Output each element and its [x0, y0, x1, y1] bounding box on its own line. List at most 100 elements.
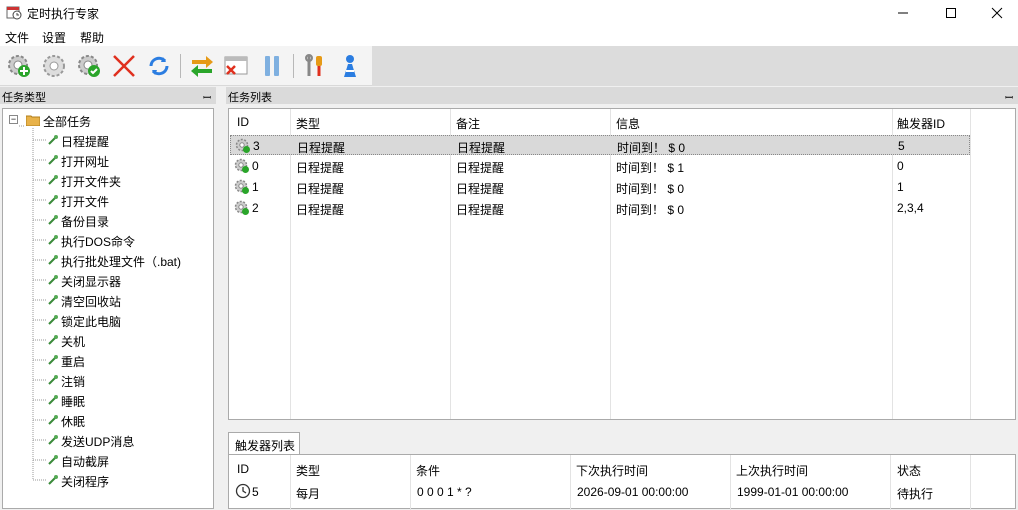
cell-id: 2 [252, 201, 259, 215]
tree-item[interactable]: 清空回收站 [61, 293, 121, 310]
tree-item[interactable]: 重启 [61, 353, 85, 370]
task-type-icon [48, 415, 58, 425]
pin-icon[interactable]: ꟷ [203, 90, 211, 104]
column-header-note[interactable]: 备注 [456, 115, 480, 132]
cell-trigger-ids: 1 [897, 180, 904, 194]
task-type-icon [48, 135, 58, 145]
trigger-column-header-condition[interactable]: 条件 [416, 462, 440, 479]
tree-item[interactable]: 关闭程序 [61, 473, 109, 490]
trigger-cell-condition: 0 0 0 1 * ? [417, 485, 472, 499]
toolbar [0, 46, 372, 86]
tree-item[interactable]: 关机 [61, 333, 85, 350]
task-list-table: ID 类型 备注 信息 触发器ID 3 日程提醒 日程提醒 时间到！ $ 0 5 0 日程提… [228, 108, 1016, 420]
minimize-button[interactable] [880, 0, 926, 26]
settings-button[interactable] [40, 52, 68, 80]
toolbar-strip [372, 46, 1018, 86]
trigger-column-header-next-run[interactable]: 下次执行时间 [576, 462, 648, 479]
task-gear-icon [234, 158, 249, 173]
tree-item[interactable]: 打开文件夹 [61, 173, 121, 190]
table-row[interactable]: 3 日程提醒 日程提醒 时间到！ $ 0 5 [230, 135, 970, 155]
trigger-cell-id: 5 [252, 485, 259, 499]
delete-button[interactable] [110, 52, 138, 80]
tree-item[interactable]: 发送UDP消息 [61, 433, 134, 450]
task-type-tree: − 全部任务 日程提醒打开网址打开文件夹打开文件备份目录执行DOS命令执行批处理… [2, 108, 214, 509]
cell-info: 时间到！ $ 0 [616, 182, 685, 196]
cell-note: 日程提醒 [456, 182, 505, 196]
tree-item[interactable]: 睡眠 [61, 393, 85, 410]
column-header-info[interactable]: 信息 [616, 115, 640, 132]
cell-trigger-ids: 5 [898, 139, 905, 153]
collapse-toggle-icon[interactable]: − [9, 115, 18, 124]
tree-item[interactable]: 执行批处理文件（.bat) [61, 253, 181, 270]
trigger-column-header-type[interactable]: 类型 [296, 462, 320, 479]
trigger-column-header-last-run[interactable]: 上次执行时间 [736, 462, 808, 479]
task-type-icon [48, 315, 58, 325]
cell-id: 3 [253, 139, 260, 153]
user-button[interactable] [336, 52, 364, 80]
tree-item[interactable]: 注销 [61, 373, 85, 390]
menu-help[interactable]: 帮助 [80, 29, 104, 46]
tree-item[interactable]: 执行DOS命令 [61, 233, 135, 250]
cell-type: 日程提醒 [296, 182, 345, 196]
maximize-button[interactable] [928, 0, 974, 26]
pause-button[interactable] [258, 52, 286, 80]
tree-item[interactable]: 打开文件 [61, 193, 109, 210]
add-task-button[interactable] [5, 52, 33, 80]
tree-item[interactable]: 打开网址 [61, 153, 109, 170]
window-title: 定时执行专家 [27, 7, 100, 21]
calendar-clock-icon [6, 6, 22, 20]
task-type-icon [48, 395, 58, 405]
trigger-cell-next-run: 2026-09-01 00:00:00 [577, 485, 689, 499]
column-header-type[interactable]: 类型 [296, 115, 320, 132]
task-type-icon [48, 235, 58, 245]
cell-info: 时间到！ $ 0 [616, 203, 685, 217]
tree-item[interactable]: 关闭显示器 [61, 273, 121, 290]
tree-item[interactable]: 休眠 [61, 413, 85, 430]
table-row[interactable]: 2 日程提醒 日程提醒 时间到！ $ 0 2,3,4 [230, 198, 970, 218]
trigger-column-header-status[interactable]: 状态 [897, 462, 921, 479]
trigger-column-header-id[interactable]: ID [237, 462, 249, 476]
task-gear-icon [234, 179, 249, 194]
settings-gear-icon [43, 55, 65, 77]
column-header-id[interactable]: ID [237, 115, 249, 129]
enable-task-button[interactable] [75, 52, 103, 80]
tools-button[interactable] [300, 52, 328, 80]
cell-trigger-ids: 0 [897, 159, 904, 173]
tools-icon [305, 54, 322, 76]
task-gear-icon [234, 200, 249, 215]
clock-icon [235, 483, 251, 499]
tab-trigger-list-label: 触发器列表 [235, 439, 296, 453]
menu-settings[interactable]: 设置 [42, 29, 66, 46]
switch-button[interactable] [188, 52, 216, 80]
pin-icon[interactable]: ꟷ [1005, 90, 1013, 104]
cell-type: 日程提醒 [296, 203, 345, 217]
folder-icon [26, 115, 40, 126]
remove-window-button[interactable] [222, 52, 250, 80]
task-type-icon [48, 155, 58, 165]
task-type-icon [48, 355, 58, 365]
close-button[interactable] [974, 0, 1018, 26]
tree-item[interactable]: 锁定此电脑 [61, 313, 121, 330]
menu-file[interactable]: 文件 [5, 29, 29, 46]
tab-trigger-list[interactable]: 触发器列表 [228, 432, 300, 454]
tree-item[interactable]: 日程提醒 [61, 133, 109, 150]
title-bar: 定时执行专家 [0, 0, 1018, 26]
switch-icon [191, 56, 213, 77]
tree-item[interactable]: 自动截屏 [61, 453, 109, 470]
cell-info: 时间到！ $ 1 [616, 161, 685, 175]
task-list-title: 任务列表 [228, 92, 272, 104]
refresh-button[interactable] [145, 52, 173, 80]
table-row[interactable]: 0 日程提醒 日程提醒 时间到！ $ 1 0 [230, 156, 970, 176]
user-icon [344, 55, 356, 77]
table-row[interactable]: 1 日程提醒 日程提醒 时间到！ $ 0 1 [230, 177, 970, 197]
column-header-trigger-ids[interactable]: 触发器ID [897, 115, 945, 132]
task-type-icon [48, 375, 58, 385]
remove-window-icon [224, 56, 248, 75]
tree-item[interactable]: 备份目录 [61, 213, 109, 230]
task-type-icon [48, 435, 58, 445]
task-type-icon [48, 335, 58, 345]
tree-root-all-tasks[interactable]: 全部任务 [43, 113, 91, 130]
trigger-cell-last-run: 1999-01-01 00:00:00 [737, 485, 849, 499]
trigger-cell-type: 每月 [296, 487, 321, 501]
task-types-header: 任务类型 ꟷ [0, 87, 216, 104]
